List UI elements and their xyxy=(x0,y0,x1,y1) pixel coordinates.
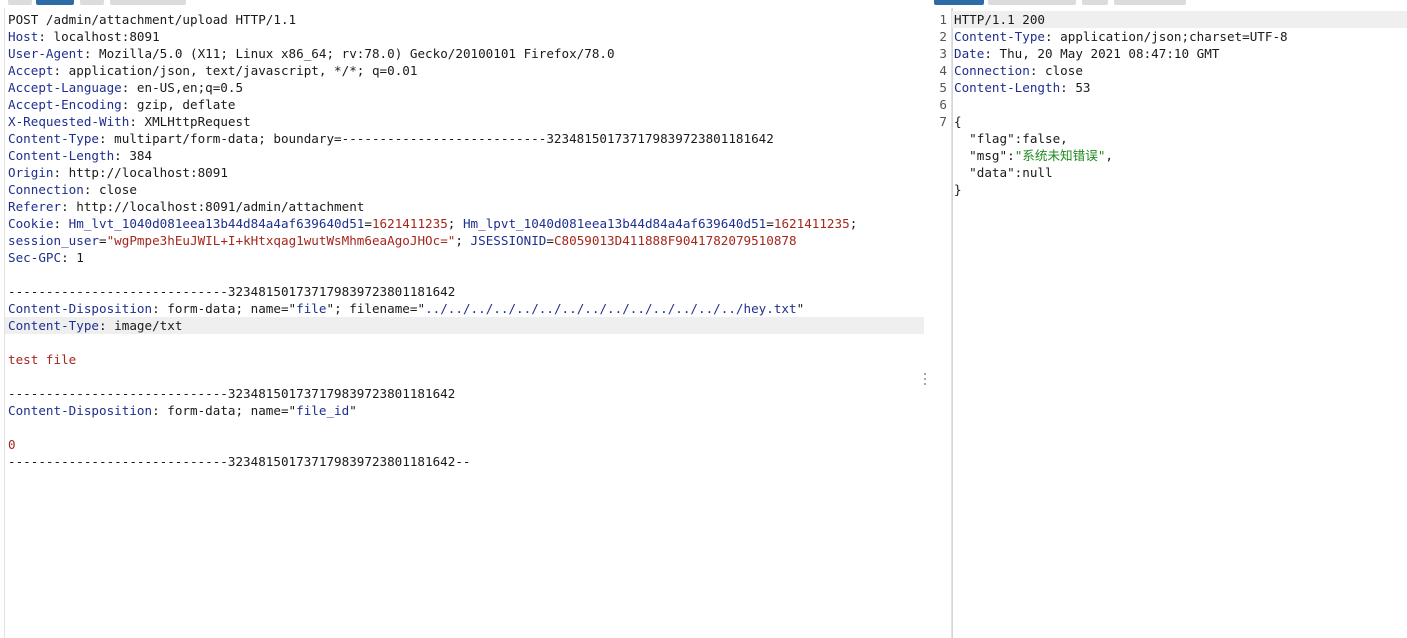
tab-response-hex[interactable] xyxy=(1082,0,1108,5)
response-tab-strip xyxy=(930,0,1407,5)
header-line: Referer: http://localhost:8091/admin/att… xyxy=(8,199,365,214)
line-number: 2 xyxy=(939,29,947,44)
header-line: Accept-Language: en-US,en;q=0.5 xyxy=(8,80,244,95)
tab-hex[interactable] xyxy=(80,0,104,5)
header-line: Content-Type: multipart/form-data; bound… xyxy=(8,131,774,146)
json-line: "data":null xyxy=(969,165,1053,180)
multipart-boundary: -----------------------------32348150173… xyxy=(8,284,456,299)
multipart-boundary: -----------------------------32348150173… xyxy=(8,386,456,401)
tab-response-pretty[interactable] xyxy=(934,0,984,5)
cookie-header-line: Cookie: Hm_lvt_1040d081eea13b44d84a4af63… xyxy=(8,216,858,231)
tab-response-raw[interactable] xyxy=(988,0,1076,5)
line-number: 4 xyxy=(939,63,947,78)
header-line: Origin: http://localhost:8091 xyxy=(8,165,228,180)
part-content: 0 xyxy=(8,437,16,452)
request-editor[interactable]: POST /admin/attachment/upload HTTP/1.1 H… xyxy=(4,8,953,638)
json-line: "msg":"系统未知错误", xyxy=(969,148,1114,163)
tab-actions[interactable] xyxy=(110,0,186,5)
header-line: Accept-Encoding: gzip, deflate xyxy=(8,97,236,112)
line-number: 7 xyxy=(939,114,947,129)
response-viewer[interactable]: 1 2 3 4 5 6 7 HTTP/1.1 200 Content-Type:… xyxy=(939,8,1407,638)
json-open-brace: { xyxy=(954,114,962,129)
header-line: Accept: application/json, text/javascrip… xyxy=(8,63,418,78)
header-line: Connection: close xyxy=(8,182,137,197)
status-line: HTTP/1.1 200 xyxy=(954,12,1045,27)
header-line: Content-Type: application/json;charset=U… xyxy=(954,29,1288,44)
header-line: Connection: close xyxy=(954,63,1083,78)
part-content-type-line: Content-Type: image/txt xyxy=(8,318,183,333)
line-number: 1 xyxy=(939,12,947,27)
tab-pretty[interactable] xyxy=(8,0,32,5)
multipart-boundary-end: -----------------------------32348150173… xyxy=(8,454,471,469)
header-line: X-Requested-With: XMLHttpRequest xyxy=(8,114,251,129)
json-line: "flag":false, xyxy=(969,131,1068,146)
line-number: 3 xyxy=(939,46,947,61)
header-line: User-Agent: Mozilla/5.0 (X11; Linux x86_… xyxy=(8,46,615,61)
tab-raw[interactable] xyxy=(36,0,74,5)
part-disposition-line: Content-Disposition: form-data; name="fi… xyxy=(8,301,805,316)
gutter-divider xyxy=(951,8,952,638)
header-line: Sec-GPC: 1 xyxy=(8,250,84,265)
request-tab-strip xyxy=(0,0,930,5)
header-line: Host: localhost:8091 xyxy=(8,29,160,44)
part-disposition-line: Content-Disposition: form-data; name="fi… xyxy=(8,403,357,418)
request-line: POST /admin/attachment/upload HTTP/1.1 xyxy=(8,12,297,27)
header-line: Content-Length: 384 xyxy=(8,148,153,163)
line-number-gutter: 1 2 3 4 5 6 7 xyxy=(931,8,951,638)
tab-response-render[interactable] xyxy=(1114,0,1186,5)
line-number: 6 xyxy=(939,97,947,112)
pane-splitter-handle-icon[interactable] xyxy=(921,371,929,387)
line-number: 5 xyxy=(939,80,947,95)
header-line: Content-Length: 53 xyxy=(954,80,1091,95)
json-close-brace: } xyxy=(954,182,962,197)
part-content: test file xyxy=(8,352,77,367)
header-line: Date: Thu, 20 May 2021 08:47:10 GMT xyxy=(954,46,1220,61)
cookie-header-continuation: session_user="wgPmpe3hEuJWIL+I+kHtxqag1w… xyxy=(8,233,797,248)
